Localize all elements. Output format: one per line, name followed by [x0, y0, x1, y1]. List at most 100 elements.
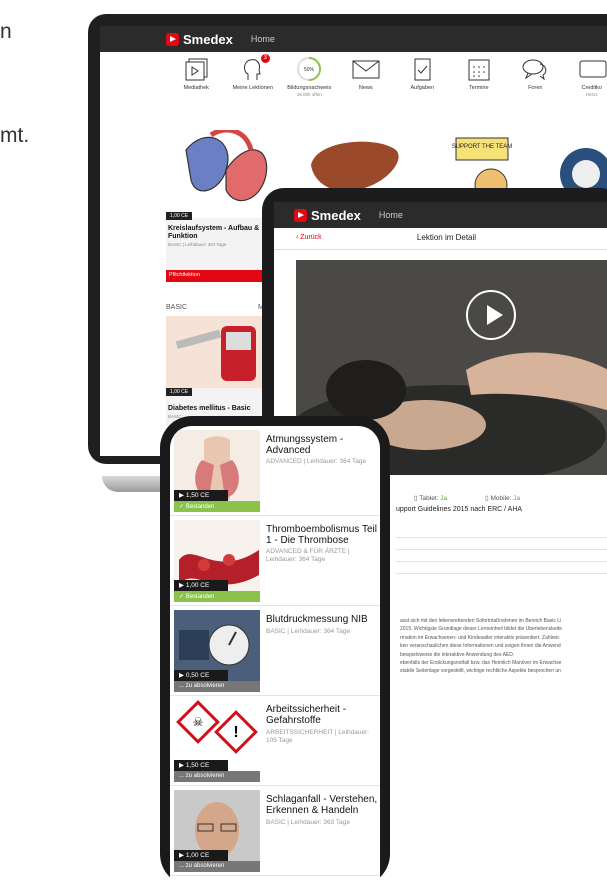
icon-label: Mediathek [183, 85, 209, 91]
list-item[interactable]: ▶ 1,50 CE ✓ Bestanden Atmungssystem - Ad… [170, 426, 380, 516]
ce-badge: ▶ 0,50 CE [174, 670, 228, 681]
svg-text:!: ! [233, 724, 238, 741]
divider [396, 537, 607, 538]
lesson-subtitle: upport Guidelines 2015 nach ERC / AHA [396, 506, 523, 513]
glucose-meter-illustration [166, 316, 266, 388]
nav-creditkonto[interactable]: Creditko Hersz [564, 56, 607, 116]
side-text-line-2: mt. [0, 124, 30, 147]
nav-aufgaben[interactable]: Aufgaben [394, 56, 451, 116]
tablet-value: Ja [440, 495, 448, 502]
nav-home-link[interactable]: Home [379, 210, 403, 220]
lesson-meta: ARBEITSSICHERHEIT | Leihdauer: 105 Tage [266, 729, 370, 745]
play-small-icon: ▶ [179, 762, 186, 769]
ce-tag: 1,00 CE [166, 388, 193, 396]
lesson-title: Atmungssystem - Advanced [266, 434, 344, 456]
detail-separators [396, 537, 607, 585]
ce-value: 1,00 CE [185, 582, 210, 589]
credit-icon [579, 60, 607, 78]
tablet-availability: ▯ Tablet: Ja [414, 494, 447, 502]
chat-icon [522, 59, 547, 81]
ce-badge: ▶ 1,00 CE [174, 850, 228, 861]
tablet-subbar: ‹ Zurück Lektion im Detail [274, 228, 607, 250]
phone-screen: ▶ 1,50 CE ✓ Bestanden Atmungssystem - Ad… [170, 426, 380, 881]
ce-badge: ▶ 1,00 CE [174, 580, 228, 591]
nav-termine[interactable]: Termine [451, 56, 508, 116]
ce-value: 0,50 CE [185, 672, 210, 679]
list-item[interactable]: ▶ 0,50 CE ... zu absolvieren Blutdruckme… [170, 606, 380, 696]
icon-label: Creditko [581, 85, 602, 91]
ce-value: 1,00 CE [185, 852, 210, 859]
feature-icon-bar: Mediathek 3 Meine Lektionen 50% Bildungs… [100, 54, 607, 116]
divider [396, 573, 607, 574]
description-line: ken veranschaulichen diese Informationen… [400, 643, 561, 650]
description-line: ebenfalls der Erstickungsnotfall bzw. da… [400, 660, 562, 666]
icon-sub: Hersz [585, 91, 598, 97]
play-logo-icon [294, 208, 307, 222]
description-line: 2015. Wichtigste Grundlage dieser Lernei… [400, 626, 563, 633]
status-badge: ✓ Bestanden [174, 591, 260, 602]
mobile-label: Mobile: [490, 495, 512, 502]
nav-meine-lektionen[interactable]: 3 Meine Lektionen [225, 54, 282, 116]
description-line: beispielsweise die interaktive Anwendung… [400, 651, 515, 658]
icon-label: News [358, 85, 373, 91]
lesson-meta: ADVANCED & FÜR ÄRZTE | Leihdauer: 364 Ta… [266, 548, 350, 564]
icon-label: Termine [468, 85, 489, 91]
marketing-stage: n mt. Smedex Home Mediathek 3 Meine Lekt… [0, 0, 607, 881]
ce-tag: 1,00 CE [166, 212, 193, 220]
lesson-meta: BASIC | Leihdauer: 364 Tage [266, 628, 350, 635]
clipboard-icon [414, 58, 431, 81]
icon-label: Aufgaben [410, 85, 435, 91]
nav-news[interactable]: News [338, 56, 395, 116]
lesson-card-title: Diabetes mellitus - Basic [168, 405, 251, 412]
description-line: stabile Seitenlage vorgestellt, wichtige… [400, 668, 561, 675]
svg-text:☠: ☠ [193, 715, 204, 729]
icon-sub: 18.00h offen [296, 91, 322, 97]
play-small-icon: ▶ [179, 672, 186, 679]
lesson-title: Schlaganfall - Verstehen, Erkennen & Han… [266, 794, 378, 816]
calendar-icon [468, 59, 490, 81]
mobile-availability: ▯ Mobile: Ja [485, 494, 520, 502]
divider [396, 561, 607, 562]
mobile-value: Ja [513, 495, 521, 502]
icon-label: Foren [528, 85, 543, 91]
brand-logo[interactable]: Smedex [294, 208, 361, 223]
page-title: Lektion im Detail [416, 233, 477, 242]
ce-value: 1,50 CE [185, 762, 210, 769]
lesson-card-diabetes[interactable]: 1,00 CE Diabetes mellitus - Basic BASIC [166, 316, 266, 426]
list-item[interactable]: ▶ 1,00 CE ... zu absolvieren Schlaganfal… [170, 786, 380, 876]
mail-icon [352, 60, 380, 79]
mediathek-icon [185, 58, 208, 81]
ce-value: 1,50 CE [185, 492, 210, 499]
progress-ring-wrap: 50% [294, 56, 324, 82]
lessons-icon-wrap: 3 [238, 54, 270, 82]
brand-name: Smedex [311, 207, 361, 223]
ce-badge: ▶ 1,50 CE [174, 760, 228, 771]
play-small-icon: ▶ [179, 582, 186, 589]
brand-logo[interactable]: Smedex [166, 32, 233, 47]
play-small-icon: ▶ [179, 852, 186, 859]
status-badge: ✓ Bestanden [174, 501, 260, 512]
list-item[interactable]: ☠! ▶ 1,50 CE ... zu absolvieren Arbeitss… [170, 696, 380, 786]
status-text: Bestanden [185, 504, 215, 510]
nav-bildungsnachweis[interactable]: 50% Bildungsnachweis 18.00h offen [281, 56, 338, 116]
description-line: asst sich mit den lebensrettenden Sofort… [400, 618, 562, 624]
lesson-meta: ADVANCED | Leihdauer: 364 Tage [266, 458, 367, 465]
lesson-title: Thromboembolismus Teil 1 - Die Thrombose [266, 524, 377, 546]
nav-foren[interactable]: Foren [507, 56, 564, 116]
ce-badge: ▶ 1,50 CE [174, 490, 228, 501]
lessons-badge: 3 [260, 54, 270, 63]
device-availability: ▯ Tablet: Ja ▯ Mobile: Ja [414, 494, 520, 502]
progress-ring-text: 50% [304, 67, 315, 73]
list-item[interactable]: ▶ 1,00 CE ✓ Bestanden Thromboembolismus … [170, 516, 380, 606]
status-badge: ... zu absolvieren [174, 771, 260, 782]
nav-home-link[interactable]: Home [251, 34, 275, 44]
divider [396, 549, 607, 550]
play-button-icon[interactable] [466, 290, 516, 340]
laptop-topbar: Smedex Home [100, 26, 607, 52]
icon-label: Bildungsnachweis [287, 85, 332, 91]
description-line: rmation im Erwachsenen- und Kindesalter … [400, 634, 560, 641]
play-small-icon: ▶ [179, 492, 186, 499]
nav-mediathek[interactable]: Mediathek [168, 56, 225, 116]
phone-device: ▶ 1,50 CE ✓ Bestanden Atmungssystem - Ad… [160, 416, 390, 881]
play-logo-icon [166, 32, 179, 46]
